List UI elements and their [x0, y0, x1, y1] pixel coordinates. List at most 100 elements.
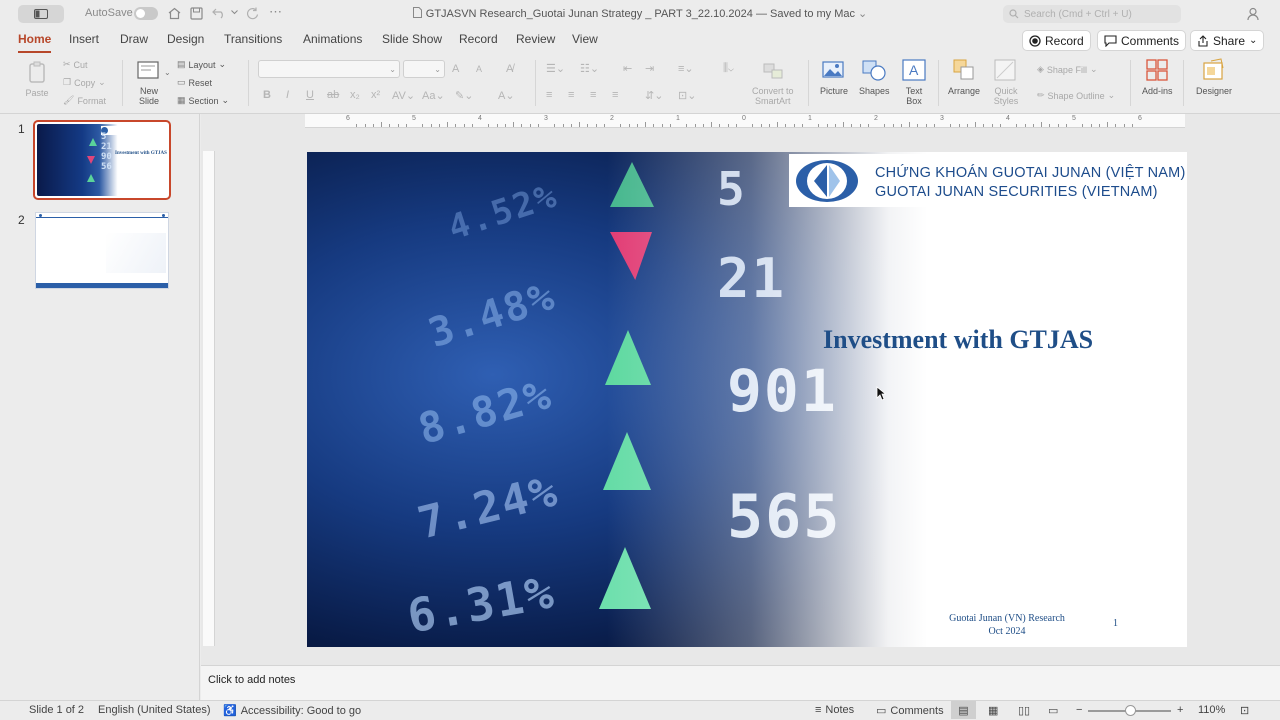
picture-icon [822, 61, 844, 78]
ruler-tick [958, 124, 960, 127]
format-painter-button[interactable]: 🖌 Format [63, 95, 106, 106]
ruler-tick [554, 124, 556, 127]
vertical-ruler [203, 151, 215, 646]
tab-review[interactable]: Review [516, 32, 555, 46]
clear-format-icon[interactable]: A̸ [506, 63, 513, 75]
numbering-icon[interactable]: ☷⌄ [580, 62, 599, 75]
bold-icon[interactable]: B [263, 89, 271, 101]
tab-record[interactable]: Record [459, 32, 498, 46]
picture-button[interactable]: Picture [820, 58, 848, 96]
increase-font-icon[interactable]: A [452, 63, 459, 75]
columns-icon[interactable]: ⫼⌄ [723, 62, 734, 75]
record-button[interactable]: Record [1022, 30, 1091, 51]
cut-button[interactable]: ✂ Cut [63, 59, 88, 70]
layout-button[interactable]: ▤ Layout ⌄ [177, 59, 226, 70]
normal-view-button[interactable]: ▤ [951, 701, 976, 719]
notes-placeholder[interactable]: Click to add notes [208, 674, 295, 686]
ruler-tick [1115, 124, 1117, 127]
reading-view-button[interactable]: ▯▯ [1018, 704, 1030, 717]
slideshow-button[interactable]: ▭ [1048, 704, 1058, 717]
align-right-icon[interactable]: ≡ [590, 89, 596, 101]
decrease-font-icon[interactable]: A [476, 64, 482, 74]
save-icon[interactable] [190, 7, 203, 20]
align-center-icon[interactable]: ≡ [568, 89, 574, 101]
document-title[interactable]: GTJASVN Research_Guotai Junan Strategy _… [426, 8, 855, 20]
paint-bucket-icon: ◈ [1037, 64, 1044, 74]
redo-icon[interactable] [246, 7, 259, 20]
tab-view[interactable]: View [572, 32, 598, 46]
zoom-slider-handle[interactable] [1125, 705, 1136, 716]
autosave-toggle[interactable] [134, 7, 158, 20]
zoom-out-button[interactable]: − [1076, 704, 1082, 716]
tab-draw[interactable]: Draw [120, 32, 148, 46]
arrange-button[interactable]: Arrange [948, 58, 980, 96]
slide-sorter-button[interactable]: ▦ [988, 704, 998, 717]
slide-thumbnail-2[interactable] [35, 212, 169, 289]
shape-fill-button[interactable]: ◈ Shape Fill ⌄ [1037, 64, 1098, 75]
copy-button[interactable]: ❐ Copy ⌄ [63, 77, 106, 88]
section-button[interactable]: ▦ Section ⌄ [177, 95, 229, 106]
chevron-down-icon[interactable] [231, 10, 238, 15]
slide-title[interactable]: Investment with GTJAS [823, 325, 1093, 355]
change-case-icon[interactable]: Aa⌄ [422, 89, 445, 102]
increase-indent-icon[interactable]: ⇥ [645, 62, 654, 75]
undo-icon[interactable] [212, 7, 226, 19]
subscript-icon[interactable]: x₂ [350, 89, 360, 101]
comments-button[interactable]: Comments [1097, 30, 1187, 51]
zoom-in-button[interactable]: + [1177, 704, 1183, 716]
tab-design[interactable]: Design [167, 32, 204, 46]
shapes-button[interactable]: Shapes [859, 58, 890, 96]
language-indicator[interactable]: English (United States) [98, 704, 211, 716]
notes-toggle-button[interactable]: ≡ Notes [815, 704, 854, 716]
italic-icon[interactable]: I [286, 89, 289, 101]
search-input[interactable]: Search (Cmd + Ctrl + U) [1003, 5, 1181, 23]
comments-toggle-button[interactable]: ▭ Comments [876, 704, 944, 718]
reset-button[interactable]: ▭ Reset [177, 77, 212, 88]
tab-insert[interactable]: Insert [69, 32, 99, 46]
shape-outline-button[interactable]: ✏ Shape Outline ⌄ [1037, 90, 1115, 101]
ruler-tick [488, 124, 490, 127]
slide-1[interactable]: 4.52% 3.48% 8.82% 7.24% 6.31% 5 21 901 5… [307, 152, 1187, 647]
paste-button[interactable]: Paste [24, 60, 50, 98]
home-icon[interactable] [168, 7, 181, 20]
notes-pane[interactable]: Click to add notes [201, 665, 1280, 700]
designer-button[interactable]: Designer [1196, 58, 1232, 96]
textbox-button[interactable]: A Text Box [901, 58, 927, 106]
strikethrough-icon[interactable]: ab [327, 89, 339, 101]
addins-button[interactable]: Add-ins [1142, 58, 1173, 96]
slide-footer[interactable]: Guotai Junan (VN) Research Oct 2024 [927, 612, 1087, 638]
font-family-select[interactable]: ⌄ [258, 60, 400, 78]
character-spacing-icon[interactable]: AV⌄ [392, 89, 415, 102]
tab-slide-show[interactable]: Slide Show [382, 32, 442, 46]
ruler-tick [1024, 124, 1026, 127]
tab-home[interactable]: Home [18, 32, 52, 53]
superscript-icon[interactable]: x² [371, 89, 380, 101]
tab-transitions[interactable]: Transitions [224, 32, 282, 46]
comments-label: Comments [1121, 33, 1180, 48]
account-icon[interactable] [1247, 7, 1261, 21]
convert-smartart-button[interactable]: Convert to SmartArt [752, 58, 794, 106]
text-direction-icon[interactable]: ⇵⌄ [645, 89, 663, 102]
underline-icon[interactable]: U [306, 89, 314, 101]
align-left-icon[interactable]: ≡ [546, 89, 552, 101]
line-spacing-icon[interactable]: ≡⌄ [678, 62, 694, 75]
quick-styles-button[interactable]: Quick Styles [993, 58, 1019, 106]
accessibility-checker[interactable]: ♿ Accessibility: Good to go [223, 704, 361, 718]
align-text-icon[interactable]: ⊡⌄ [678, 89, 696, 102]
fit-to-window-button[interactable]: ⊡ [1240, 704, 1249, 717]
bullets-icon[interactable]: ☰⌄ [546, 62, 565, 75]
share-button[interactable]: Share ⌄ [1190, 30, 1265, 51]
more-icon[interactable]: ⋯ [269, 4, 282, 20]
font-color-icon[interactable]: A⌄ [498, 89, 515, 102]
new-slide-button[interactable]: New Slide [136, 58, 162, 106]
highlight-icon[interactable]: ✎⌄ [455, 89, 473, 102]
decrease-indent-icon[interactable]: ⇤ [623, 62, 632, 75]
sidebar-toggle-button[interactable] [18, 5, 64, 23]
tab-animations[interactable]: Animations [303, 32, 362, 46]
thumbnail-1-image: Investment with GTJAS 5 21 90 56 [37, 124, 167, 196]
zoom-level[interactable]: 110% [1198, 704, 1225, 716]
slide-thumbnail-1[interactable]: Investment with GTJAS 5 21 90 56 [33, 120, 171, 200]
new-slide-label-1: New [139, 86, 158, 96]
font-size-select[interactable]: ⌄ [403, 60, 445, 78]
justify-icon[interactable]: ≡ [612, 89, 618, 101]
